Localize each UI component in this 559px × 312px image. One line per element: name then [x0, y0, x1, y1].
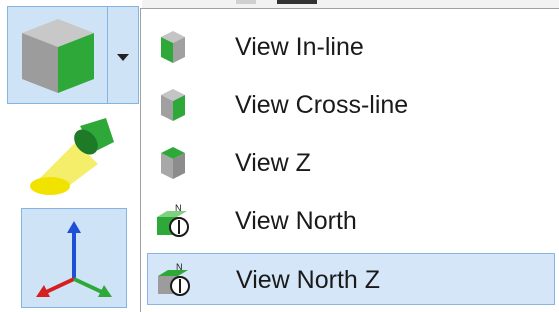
axes-button[interactable]: [21, 208, 127, 308]
background-fragment: [142, 0, 559, 8]
svg-text:N: N: [175, 203, 182, 213]
cube-top-icon: [161, 147, 185, 179]
chevron-down-icon: [117, 54, 129, 61]
menu-item-view-inline[interactable]: View In-line: [147, 21, 555, 73]
svg-text:N: N: [176, 262, 183, 272]
menu-item-label: View In-line: [235, 33, 364, 61]
menu-item-label: View North Z: [236, 266, 381, 294]
north-compass-z-icon: N: [158, 262, 190, 296]
cube-view-icon: [22, 19, 94, 93]
menu-item-view-crossline[interactable]: View Cross-line: [147, 79, 555, 131]
view-dropdown-arrow[interactable]: [108, 6, 139, 104]
menu-item-label: View Cross-line: [235, 91, 409, 119]
north-compass-icon: N: [157, 203, 189, 237]
spotlight-icon: [30, 118, 114, 195]
lighting-button[interactable]: [14, 112, 122, 200]
menu-item-view-north-z[interactable]: N View North Z: [147, 253, 555, 305]
view-direction-button[interactable]: [7, 6, 108, 104]
cube-inline-icon: [161, 31, 185, 63]
axes-icon: [36, 221, 112, 297]
menu-item-view-north[interactable]: N View North: [147, 195, 555, 247]
view-menu: View In-line View Cross-line View Z N Vi…: [140, 8, 559, 312]
menu-item-view-z[interactable]: View Z: [147, 137, 555, 189]
menu-item-label: View North: [235, 207, 357, 235]
menu-item-label: View Z: [235, 149, 311, 177]
cube-crossline-icon: [161, 89, 185, 121]
view-toolbar: [0, 0, 142, 312]
